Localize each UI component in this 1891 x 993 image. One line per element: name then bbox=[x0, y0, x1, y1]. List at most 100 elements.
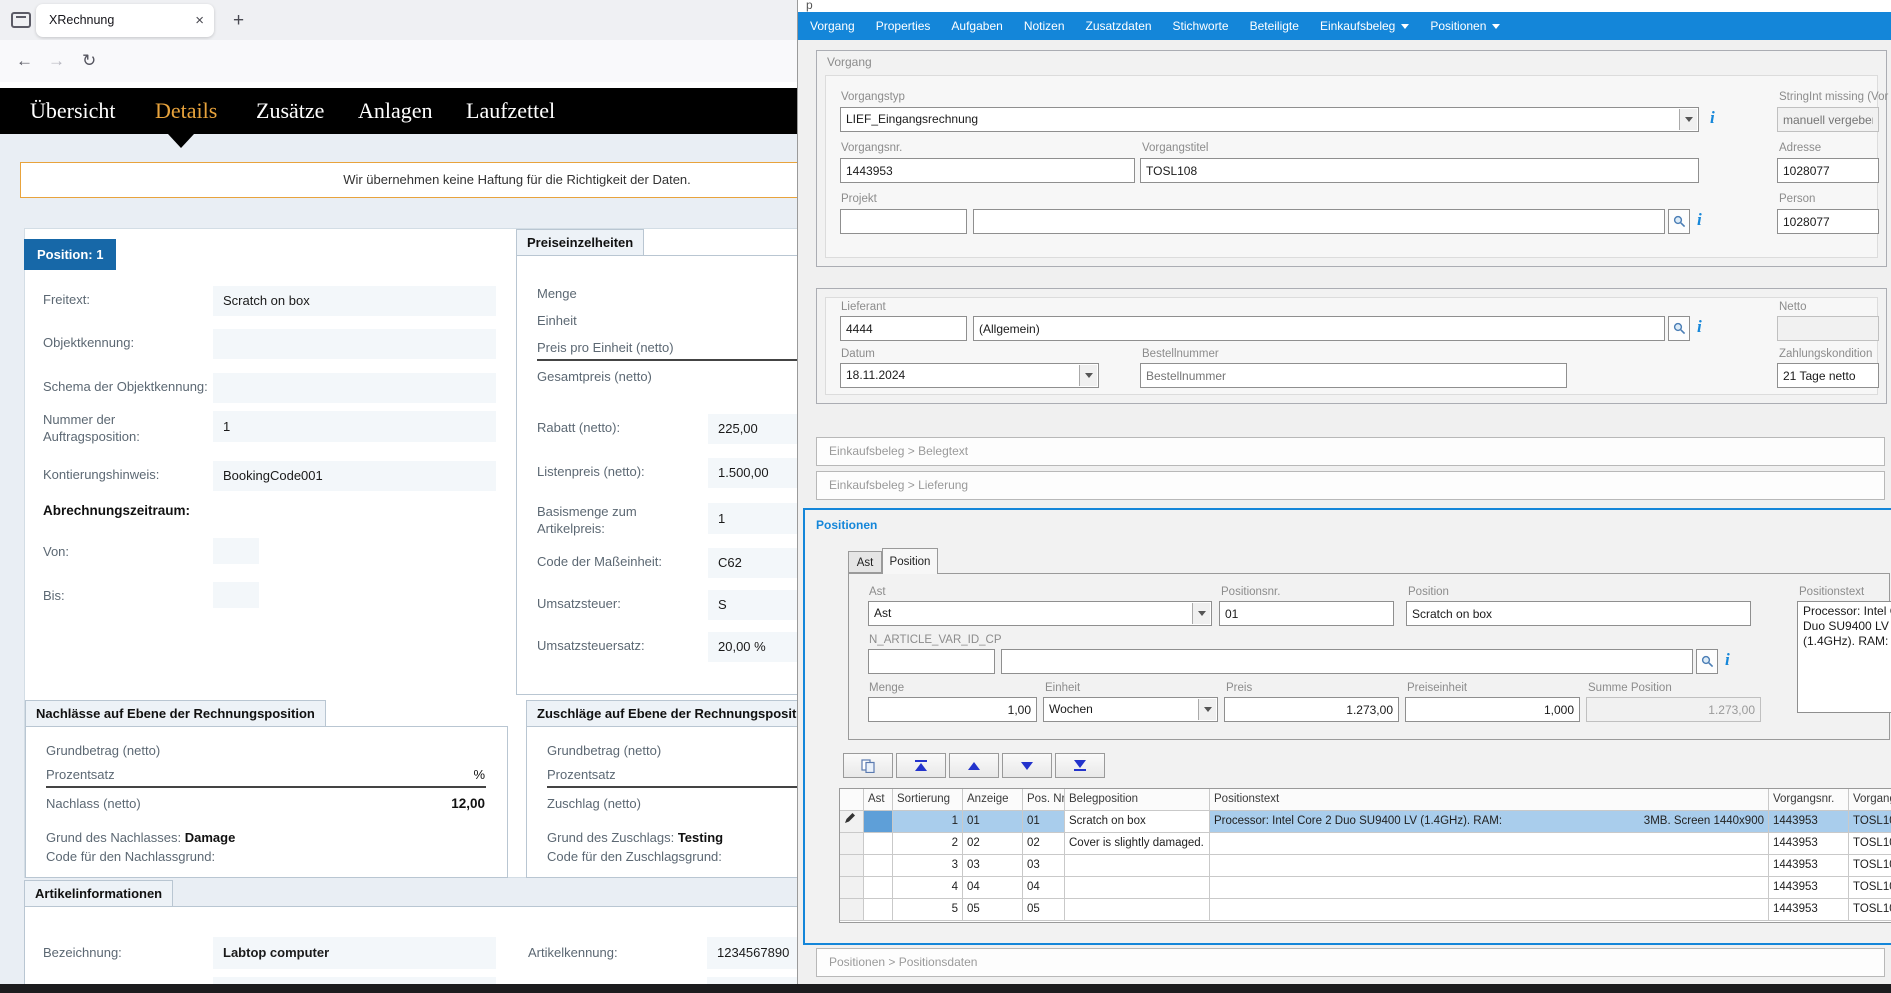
table-row[interactable]: 5 05 05 1443953 TOSL108 bbox=[840, 899, 1891, 921]
vorgangstyp-dropdown-button[interactable] bbox=[1679, 109, 1697, 130]
menu-zusatzdaten[interactable]: Zusatzdaten bbox=[1086, 19, 1152, 33]
firefox-view-icon[interactable] bbox=[11, 12, 31, 28]
menu-vorgang[interactable]: Vorgang bbox=[810, 19, 855, 33]
move-down-button[interactable] bbox=[1002, 753, 1052, 778]
nachlass-label: Nachlass (netto) bbox=[46, 796, 141, 811]
taskbar[interactable] bbox=[0, 984, 1891, 993]
table-row[interactable]: 3 03 03 1443953 TOSL108 bbox=[840, 855, 1891, 877]
table-row[interactable]: 4 04 04 1443953 TOSL108 bbox=[840, 877, 1891, 899]
ast-combobox[interactable]: Ast bbox=[868, 601, 1212, 626]
section-positionen-positionsdaten[interactable]: Positionen > Positionsdaten bbox=[816, 948, 1885, 977]
ast-dropdown-button[interactable] bbox=[1192, 603, 1210, 624]
menu-notizen[interactable]: Notizen bbox=[1024, 19, 1065, 33]
position-label: Position bbox=[1408, 586, 1449, 598]
vorgangstyp-combobox[interactable]: LIEF_Eingangsrechnung bbox=[840, 107, 1699, 132]
n-article-name-input[interactable] bbox=[1001, 649, 1693, 674]
positionstext-textarea[interactable]: Processor: Intel Core 2 Duo SU9400 LV (1… bbox=[1797, 601, 1891, 713]
projekt-name-input[interactable] bbox=[973, 209, 1665, 234]
nav-tab-zusaetze[interactable]: Zusätze bbox=[256, 98, 324, 124]
nachlass-divider bbox=[46, 786, 486, 788]
preiseinheit-input[interactable] bbox=[1405, 697, 1580, 722]
lieferant-name-input[interactable] bbox=[973, 316, 1665, 341]
bezeichnung-label: Bezeichnung: bbox=[43, 945, 122, 960]
projekt-lookup-button[interactable] bbox=[1668, 209, 1690, 234]
einheit-label: Einheit bbox=[537, 313, 577, 328]
bestellnummer-input[interactable] bbox=[1140, 363, 1567, 388]
nachlass-grund-label: Grund des Nachlasses: Damage bbox=[46, 830, 235, 845]
chevron-down-icon bbox=[1085, 373, 1093, 378]
preis-input[interactable] bbox=[1224, 697, 1399, 722]
einheit-dropdown-button[interactable] bbox=[1198, 699, 1216, 720]
datum-label: Datum bbox=[841, 348, 875, 360]
nav-tab-anlagen[interactable]: Anlagen bbox=[358, 98, 433, 124]
positionsnr-input[interactable] bbox=[1219, 601, 1394, 626]
chevron-down-icon bbox=[1198, 611, 1206, 616]
tab-position[interactable]: Position bbox=[882, 548, 938, 574]
move-top-button[interactable] bbox=[896, 753, 946, 778]
section-einkaufsbeleg-lieferung[interactable]: Einkaufsbeleg > Lieferung bbox=[816, 471, 1885, 500]
magnifier-icon bbox=[1673, 322, 1686, 335]
menu-positionen[interactable]: Positionen bbox=[1430, 19, 1500, 33]
reload-icon[interactable]: ↻ bbox=[82, 40, 96, 82]
menu-beteiligte[interactable]: Beteiligte bbox=[1250, 19, 1299, 33]
move-up-button[interactable] bbox=[949, 753, 999, 778]
zahlungskondition-label: Zahlungskondition bbox=[1779, 348, 1872, 360]
menu-aufgaben[interactable]: Aufgaben bbox=[951, 19, 1002, 33]
datum-combobox[interactable]: 18.11.2024 bbox=[840, 363, 1099, 388]
back-icon[interactable]: ← bbox=[16, 40, 33, 82]
auftragsposition-label: Nummer derAuftragsposition: bbox=[43, 411, 140, 445]
menge-label: Menge bbox=[537, 286, 577, 301]
summe-position-input[interactable] bbox=[1586, 697, 1761, 722]
menge-input[interactable] bbox=[868, 697, 1037, 722]
projekt-info-icon[interactable]: i bbox=[1697, 210, 1702, 230]
einheit-combobox[interactable]: Wochen bbox=[1043, 697, 1218, 722]
vorgangstyp-info-icon[interactable]: i bbox=[1710, 108, 1715, 128]
lieferant-nr-input[interactable] bbox=[840, 316, 967, 341]
chevron-down-icon bbox=[1401, 24, 1409, 29]
section-einkaufsbeleg-belegtext[interactable]: Einkaufsbeleg > Belegtext bbox=[816, 437, 1885, 466]
stringint-input[interactable] bbox=[1777, 107, 1879, 132]
vorgangstitel-input[interactable] bbox=[1140, 158, 1699, 183]
zuschlag-grundbetrag-label: Grundbetrag (netto) bbox=[547, 743, 661, 758]
nav-tab-laufzettel[interactable]: Laufzettel bbox=[466, 98, 555, 124]
nav-tab-details[interactable]: Details bbox=[155, 98, 217, 124]
table-row[interactable]: 2 02 02 Cover is slightly damaged. 14439… bbox=[840, 833, 1891, 855]
lieferant-lookup-button[interactable] bbox=[1668, 316, 1690, 341]
adresse-input[interactable] bbox=[1777, 158, 1879, 183]
move-bottom-button[interactable] bbox=[1055, 753, 1105, 778]
position-tab-panel: Ast Ast Positionsnr. Position Positionst… bbox=[848, 573, 1890, 740]
tab-close-icon[interactable]: × bbox=[195, 4, 204, 37]
browser-tab[interactable]: XRechnung × bbox=[36, 4, 214, 37]
schema-objektkennung-value bbox=[213, 373, 496, 403]
new-tab-button[interactable]: + bbox=[233, 4, 244, 37]
projekt-nr-input[interactable] bbox=[840, 209, 967, 234]
nav-tab-uebersicht[interactable]: Übersicht bbox=[30, 98, 116, 124]
n-article-lookup-button[interactable] bbox=[1696, 649, 1718, 674]
forward-icon[interactable]: → bbox=[48, 40, 65, 82]
pencil-icon bbox=[844, 813, 855, 824]
menu-einkaufsbeleg[interactable]: Einkaufsbeleg bbox=[1320, 19, 1409, 33]
objektkennung-value bbox=[213, 329, 496, 359]
erp-titlebar: p bbox=[798, 0, 1891, 12]
vorgang-group: Vorgang Vorgangstyp LIEF_Eingangsrechnun… bbox=[816, 50, 1887, 267]
netto-label: Netto bbox=[1779, 301, 1807, 313]
vorgangstyp-label: Vorgangstyp bbox=[841, 91, 905, 103]
screen: XRechnung × + ← → ↻ file:///C:/data/xRec… bbox=[0, 0, 1891, 993]
nachlass-code-label: Code für den Nachlassgrund: bbox=[46, 849, 215, 864]
table-row[interactable]: 1 01 01 Scratch on box Processor: Intel … bbox=[840, 811, 1891, 833]
datum-dropdown-button[interactable] bbox=[1079, 365, 1097, 386]
person-input[interactable] bbox=[1777, 209, 1879, 234]
menu-properties[interactable]: Properties bbox=[876, 19, 931, 33]
zahlungskondition-input[interactable] bbox=[1777, 363, 1879, 388]
vorgangsnr-input[interactable] bbox=[840, 158, 1135, 183]
menu-stichworte[interactable]: Stichworte bbox=[1173, 19, 1229, 33]
netto-input[interactable] bbox=[1777, 316, 1879, 341]
copy-row-button[interactable] bbox=[843, 753, 893, 778]
n-article-nr-input[interactable] bbox=[868, 649, 995, 674]
position-input[interactable] bbox=[1406, 601, 1751, 626]
summe-position-label: Summe Position bbox=[1588, 682, 1672, 694]
lieferant-info-icon[interactable]: i bbox=[1697, 317, 1702, 337]
tab-ast[interactable]: Ast bbox=[848, 551, 882, 573]
gesamtpreis-label: Gesamtpreis (netto) bbox=[537, 369, 652, 384]
n-article-info-icon[interactable]: i bbox=[1725, 650, 1730, 670]
